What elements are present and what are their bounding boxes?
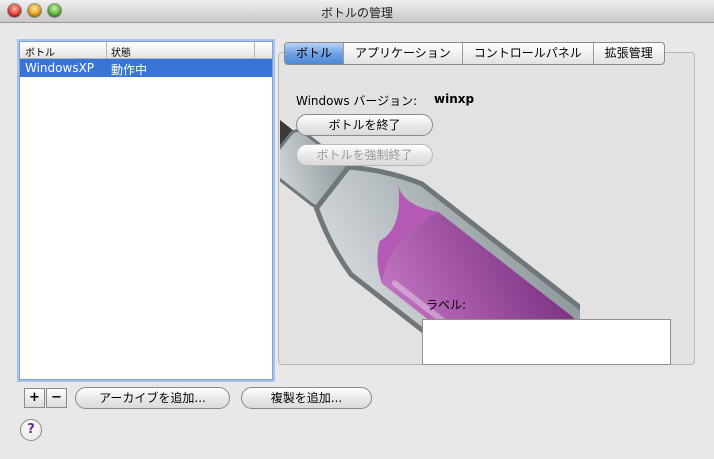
column-header-status[interactable]: 状態 xyxy=(111,44,131,59)
tab-control-panel[interactable]: コントロールパネル xyxy=(463,43,594,64)
window-titlebar[interactable]: ボトルの管理 xyxy=(0,0,714,23)
windows-version-value: winxp xyxy=(434,92,475,106)
tab-bottle[interactable]: ボトル xyxy=(285,43,345,64)
tab-bar: ボトル アプリケーション コントロールパネル 拡張管理 xyxy=(284,42,665,65)
add-bottle-button[interactable]: + xyxy=(24,388,45,408)
bottle-status: 動作中 xyxy=(111,63,148,77)
column-divider xyxy=(106,42,107,58)
list-row-selected[interactable]: WindowsXP 動作中 xyxy=(20,59,272,77)
add-archive-button[interactable]: アーカイブを追加... xyxy=(75,387,230,409)
label-field-label: ラベル: xyxy=(426,298,467,312)
column-header-bottle[interactable]: ボトル xyxy=(25,44,55,59)
add-duplicate-button[interactable]: 複製を追加... xyxy=(241,387,372,409)
list-header: ボトル 状態 xyxy=(20,42,272,59)
column-divider xyxy=(254,42,255,58)
help-icon[interactable]: ? xyxy=(20,419,42,441)
bottle-name: WindowsXP xyxy=(25,61,95,75)
remove-bottle-button[interactable]: − xyxy=(46,388,67,408)
tab-advanced[interactable]: 拡張管理 xyxy=(594,43,664,64)
label-field[interactable] xyxy=(422,319,671,365)
tab-applications[interactable]: アプリケーション xyxy=(344,43,463,64)
force-stop-bottle-button[interactable]: ボトルを強制終了 xyxy=(296,144,433,166)
stop-bottle-button[interactable]: ボトルを終了 xyxy=(296,114,433,136)
windows-version-label: Windows バージョン: xyxy=(296,94,418,108)
bottle-list[interactable]: ボトル 状態 WindowsXP 動作中 xyxy=(19,41,273,380)
window-title: ボトルの管理 xyxy=(320,6,393,20)
